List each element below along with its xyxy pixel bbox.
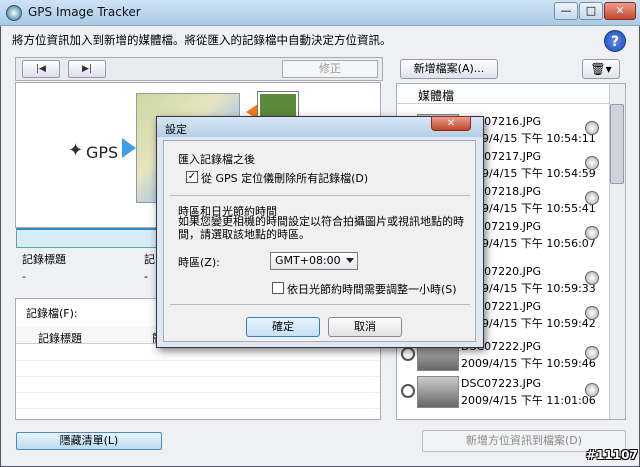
ok-button[interactable]: 確定 [246,317,320,337]
timezone-description: 如果您變更相機的時間設定以符合拍攝圖片或視訊地點的時間，請選取該地點的時區。 [178,215,464,241]
pin-icon[interactable] [585,156,599,170]
app-globe-icon [6,5,22,21]
delete-logs-checkbox[interactable]: ✓ [186,171,198,183]
record-title-value: - [22,270,26,283]
trash-icon[interactable]: 🗑▾ [582,59,620,79]
import-group-title: 匯入記錄檔之後 [178,153,255,166]
arrow-right-icon [122,138,136,158]
log-file-label: 記錄檔(F): [26,307,78,320]
pin-icon[interactable] [585,306,599,320]
scrollbar-thumb[interactable] [610,104,624,184]
no-location-icon [401,384,415,398]
pin-icon[interactable] [585,346,599,360]
last-image-button[interactable]: ▶| [68,60,106,78]
dst-checkbox[interactable] [272,282,284,294]
close-button[interactable]: ✕ [604,2,636,20]
correct-dropdown[interactable]: 修正 [282,60,378,78]
table-row[interactable] [16,377,380,393]
help-icon[interactable]: ? [604,30,626,52]
description-text: 將方位資訊加入到新增的媒體檔。將從匯入的記錄檔中自動決定方位資訊。 [12,33,392,47]
record-title-label: 記錄標題 [22,253,66,266]
maximize-button[interactable]: □ [579,2,603,20]
pin-icon[interactable] [585,271,599,285]
delete-logs-label[interactable]: 從 GPS 定位儀刪除所有記錄檔(D) [201,170,368,186]
cancel-button[interactable]: 取消 [328,317,402,337]
pin-icon[interactable] [585,383,599,397]
dst-label[interactable]: 依日光節約時間需要調整一小時(S) [287,281,457,297]
first-image-button[interactable]: |◀ [22,60,60,78]
minimize-button[interactable]: — [554,2,578,20]
record-column2-label: 記 [144,253,155,266]
add-file-button[interactable]: 新增檔案(A)... [400,59,498,79]
log-column-title[interactable]: 記錄標題 [38,330,82,346]
file-name: DSC07223.JPG [461,377,542,390]
gps-label: GPS [86,143,119,162]
dialog-close-button[interactable]: ✕ [431,116,471,131]
record-column2-value: - [144,270,148,283]
pin-icon[interactable] [585,121,599,135]
watermark-text: #11107 [586,448,638,462]
window-title: GPS Image Tracker [28,5,141,19]
pin-icon[interactable] [585,226,599,240]
divider [170,195,470,196]
table-row[interactable] [16,361,380,377]
thumbnail-image [417,376,459,408]
satellite-icon: ✦ [68,140,84,161]
file-time: 2009/4/15 下午 11:01:06 [461,394,596,407]
no-location-icon [401,347,415,361]
chevron-down-icon[interactable] [346,258,354,263]
timezone-label: 時區(Z): [178,256,220,269]
file-time: 2009/4/15 下午 10:59:46 [461,357,596,370]
divider [170,304,470,305]
timezone-select[interactable]: GMT+08:00 [270,252,358,270]
media-header-label: 媒體檔 [418,89,455,103]
table-row[interactable] [16,393,380,409]
list-item[interactable]: DSC07223.JPG 2009/4/15 下午 11:01:06 [397,374,609,409]
pin-icon[interactable] [585,191,599,205]
dialog-title: 設定 [165,123,187,136]
hide-list-button[interactable]: 隱藏清單(L) [16,432,162,450]
